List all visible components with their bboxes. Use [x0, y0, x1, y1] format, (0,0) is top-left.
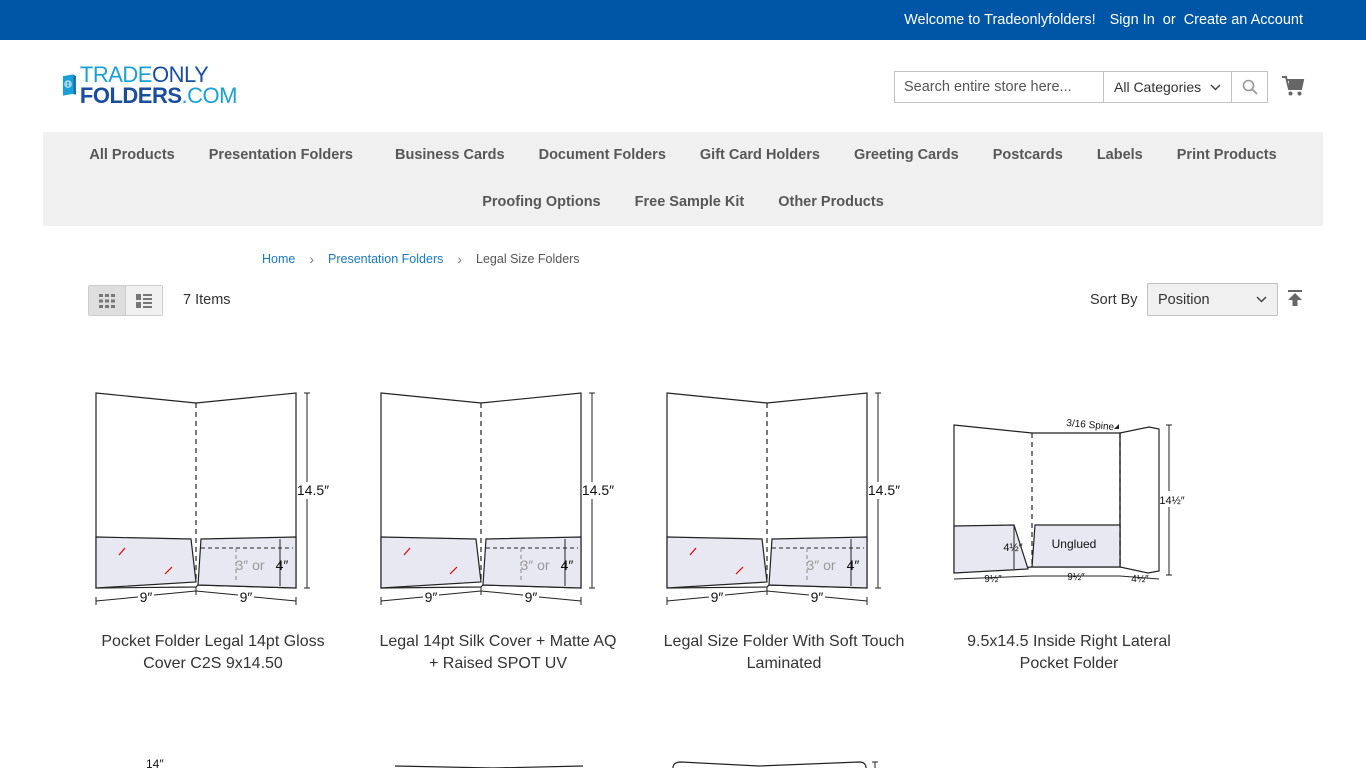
- pocket-size-option-label: 4″: [276, 557, 289, 573]
- nav-row-secondary: Proofing Options Free Sample Kit Other P…: [43, 194, 1323, 210]
- breadcrumb-separator-icon: ›: [309, 251, 315, 267]
- pocket-size-option-label: 4″: [847, 557, 860, 573]
- search-input[interactable]: [895, 72, 1104, 102]
- product-image[interactable]: 3/16 Spine 14½″ 4½″ Unglued 9½″ 9½″ 4½″: [944, 377, 1194, 607]
- breadcrumb-current: Legal Size Folders: [476, 252, 580, 266]
- nav-labels[interactable]: Labels: [1080, 147, 1160, 163]
- dimension-width-right-label: 9″: [240, 589, 253, 605]
- sort-by-select[interactable]: Position: [1147, 283, 1278, 316]
- sign-in-link[interactable]: Sign In: [1110, 12, 1155, 28]
- nav-row-primary: All Products Presentation Folders Busine…: [43, 147, 1323, 163]
- product-card: 14.5″ 9″ 9″ 3″ or 4″ Legal 14pt Silk Cov…: [373, 377, 623, 675]
- dimension-width-left-label: 9″: [711, 589, 724, 605]
- dimension-width-left-label: 9″: [140, 589, 153, 605]
- dimension-height-label: 14½″: [1159, 495, 1184, 507]
- spine-label: 3/16 Spine: [1066, 418, 1115, 433]
- partial-dimension-label: 14″: [146, 757, 164, 768]
- product-card: 3/16 Spine 14½″ 4½″ Unglued 9½″ 9½″ 4½″ …: [944, 377, 1194, 675]
- list-icon: [135, 293, 152, 308]
- dimension-width-right-label: 9″: [525, 589, 538, 605]
- category-select[interactable]: All Categories: [1104, 72, 1232, 102]
- sort-direction-arrow-icon[interactable]: [1287, 290, 1303, 308]
- dimension-height-label: 14.5″: [582, 482, 614, 498]
- product-name[interactable]: Pocket Folder Legal 14pt Gloss Cover C2S…: [88, 631, 338, 675]
- product-name[interactable]: Legal 14pt Silk Cover + Matte AQ + Raise…: [373, 631, 623, 675]
- dimension-width-label: 9½″: [1067, 572, 1085, 583]
- product-image[interactable]: 14.5″ 9″ 9″ 3″ or 4″: [373, 377, 623, 607]
- product-image-partial[interactable]: [659, 756, 909, 768]
- top-header-bar: Welcome to Tradeonlyfolders! Sign In or …: [0, 0, 1366, 40]
- unglued-label: Unglued: [1052, 537, 1097, 551]
- or-text: or: [1162, 12, 1176, 28]
- product-name[interactable]: Legal Size Folder With Soft Touch Lamina…: [659, 631, 909, 675]
- nav-all-products[interactable]: All Products: [72, 147, 191, 163]
- search-button[interactable]: [1232, 72, 1267, 102]
- folder-globe-icon: [62, 74, 76, 96]
- sort-by-label: Sort By: [1090, 292, 1138, 308]
- nav-business-cards[interactable]: Business Cards: [378, 147, 522, 163]
- chevron-down-icon: [1210, 83, 1221, 91]
- product-image[interactable]: 14.5″ 9″ 9″ 3″ or 4″: [659, 377, 909, 607]
- product-name[interactable]: 9.5x14.5 Inside Right Lateral Pocket Fol…: [944, 631, 1194, 675]
- category-select-value: All Categories: [1114, 79, 1202, 95]
- grid-view-button[interactable]: [89, 286, 126, 315]
- nav-other-products[interactable]: Other Products: [761, 194, 901, 210]
- pocket-size-option-label: 3″ or: [235, 557, 264, 573]
- grid-icon: [98, 293, 115, 308]
- breadcrumb-separator-icon: ›: [457, 251, 463, 267]
- dimension-width-left-label: 9″: [425, 589, 438, 605]
- pocket-size-option-label: 4″: [561, 557, 574, 573]
- site-logo[interactable]: TRADEONLY FOLDERS.COM: [62, 61, 238, 109]
- product-image[interactable]: 14.5″ 9″ 9″ 3″ or 4″: [88, 377, 338, 607]
- nav-print-products[interactable]: Print Products: [1160, 147, 1294, 163]
- nav-document-folders[interactable]: Document Folders: [522, 147, 683, 163]
- product-image-partial[interactable]: [373, 756, 623, 768]
- view-mode-switcher: [88, 285, 163, 316]
- product-image-partial[interactable]: 14″: [88, 756, 338, 768]
- nav-greeting-cards[interactable]: Greeting Cards: [837, 147, 976, 163]
- main-navigation: All Products Presentation Folders Busine…: [43, 132, 1323, 226]
- product-card: 14.5″ 9″ 9″ 3″ or 4″ Legal Size Folder W…: [659, 377, 909, 675]
- logo-wordmark: TRADEONLY FOLDERS.COM: [79, 61, 238, 108]
- header-links: Welcome to Tradeonlyfolders! Sign In or …: [896, 0, 1303, 40]
- chevron-down-icon: [1256, 296, 1267, 303]
- breadcrumb: Home › Presentation Folders › Legal Size…: [262, 251, 580, 267]
- product-card: 14.5″ 9″ 9″ 3″ or 4″ Pocket Folder Legal…: [88, 377, 338, 675]
- create-account-link[interactable]: Create an Account: [1184, 12, 1303, 28]
- nav-presentation-folders[interactable]: Presentation Folders: [192, 147, 378, 163]
- search-icon: [1242, 79, 1258, 95]
- items-count: 7 Items: [183, 292, 231, 308]
- breadcrumb-presentation-folders[interactable]: Presentation Folders: [328, 252, 443, 266]
- list-view-button[interactable]: [125, 286, 162, 315]
- pocket-size-option-label: 3″ or: [520, 557, 549, 573]
- nav-proofing-options[interactable]: Proofing Options: [465, 194, 617, 210]
- nav-free-sample-kit[interactable]: Free Sample Kit: [618, 194, 762, 210]
- dimension-width-label: 9½″: [984, 574, 1002, 585]
- welcome-message: Welcome to Tradeonlyfolders!: [904, 12, 1096, 28]
- search-bar: All Categories: [894, 71, 1268, 103]
- sort-by-value: Position: [1158, 291, 1210, 308]
- pocket-height-label: 4½″: [1003, 542, 1022, 554]
- breadcrumb-home[interactable]: Home: [262, 252, 295, 266]
- nav-postcards[interactable]: Postcards: [976, 147, 1080, 163]
- pocket-size-option-label: 3″ or: [806, 557, 835, 573]
- shopping-cart-icon[interactable]: [1281, 74, 1305, 98]
- dimension-width-label: 4½″: [1131, 574, 1149, 585]
- nav-gift-card-holders[interactable]: Gift Card Holders: [683, 147, 837, 163]
- dimension-height-label: 14.5″: [868, 482, 900, 498]
- dimension-height-label: 14.5″: [297, 482, 329, 498]
- dimension-width-right-label: 9″: [811, 589, 824, 605]
